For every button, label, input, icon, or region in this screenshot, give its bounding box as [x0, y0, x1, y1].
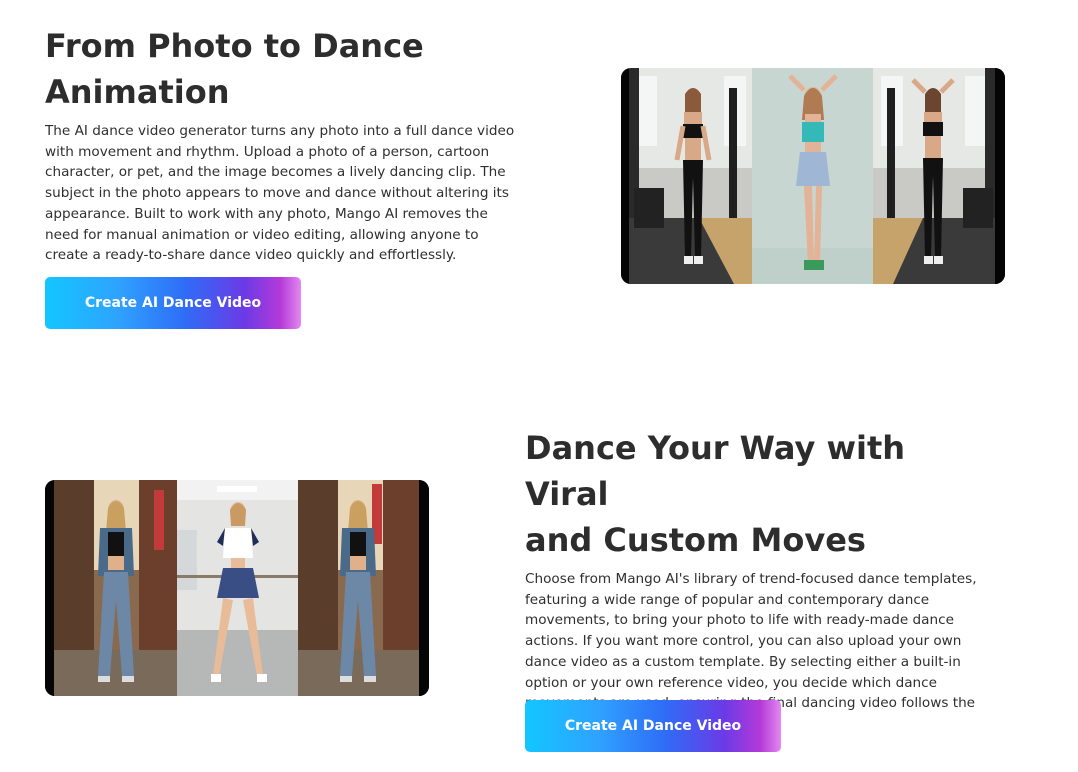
- street-frame-right: [419, 480, 429, 696]
- section-heading: Dance Your Way with Viral and Custom Mov…: [525, 425, 995, 563]
- heading-line-1: From Photo to Dance: [45, 27, 424, 65]
- gym-frame-1: [629, 68, 752, 284]
- dance-preview-image-gym: [621, 68, 1005, 284]
- street-frame-1: [54, 480, 177, 696]
- gym-frame-left: [621, 68, 629, 284]
- create-ai-dance-video-button[interactable]: Create AI Dance Video: [525, 700, 781, 752]
- street-frame-2: [177, 480, 298, 696]
- create-ai-dance-video-button[interactable]: Create AI Dance Video: [45, 277, 301, 329]
- gym-frame-3: [873, 68, 995, 284]
- dance-preview-image-street: [45, 480, 429, 696]
- street-frame-3: [298, 480, 419, 696]
- gym-frame-right: [995, 68, 1005, 284]
- gym-frame-2: [752, 68, 873, 284]
- section-viral-custom-moves: Dance Your Way with Viral and Custom Mov…: [525, 425, 995, 735]
- heading-line-1: Dance Your Way with Viral: [525, 429, 906, 513]
- section-photo-to-dance: From Photo to Dance Animation The AI dan…: [45, 23, 525, 266]
- street-frame-left: [45, 480, 54, 696]
- section-heading: From Photo to Dance Animation: [45, 23, 525, 115]
- heading-line-2: Animation: [45, 73, 230, 111]
- section-description: The AI dance video generator turns any p…: [45, 123, 515, 264]
- heading-line-2: and Custom Moves: [525, 521, 866, 559]
